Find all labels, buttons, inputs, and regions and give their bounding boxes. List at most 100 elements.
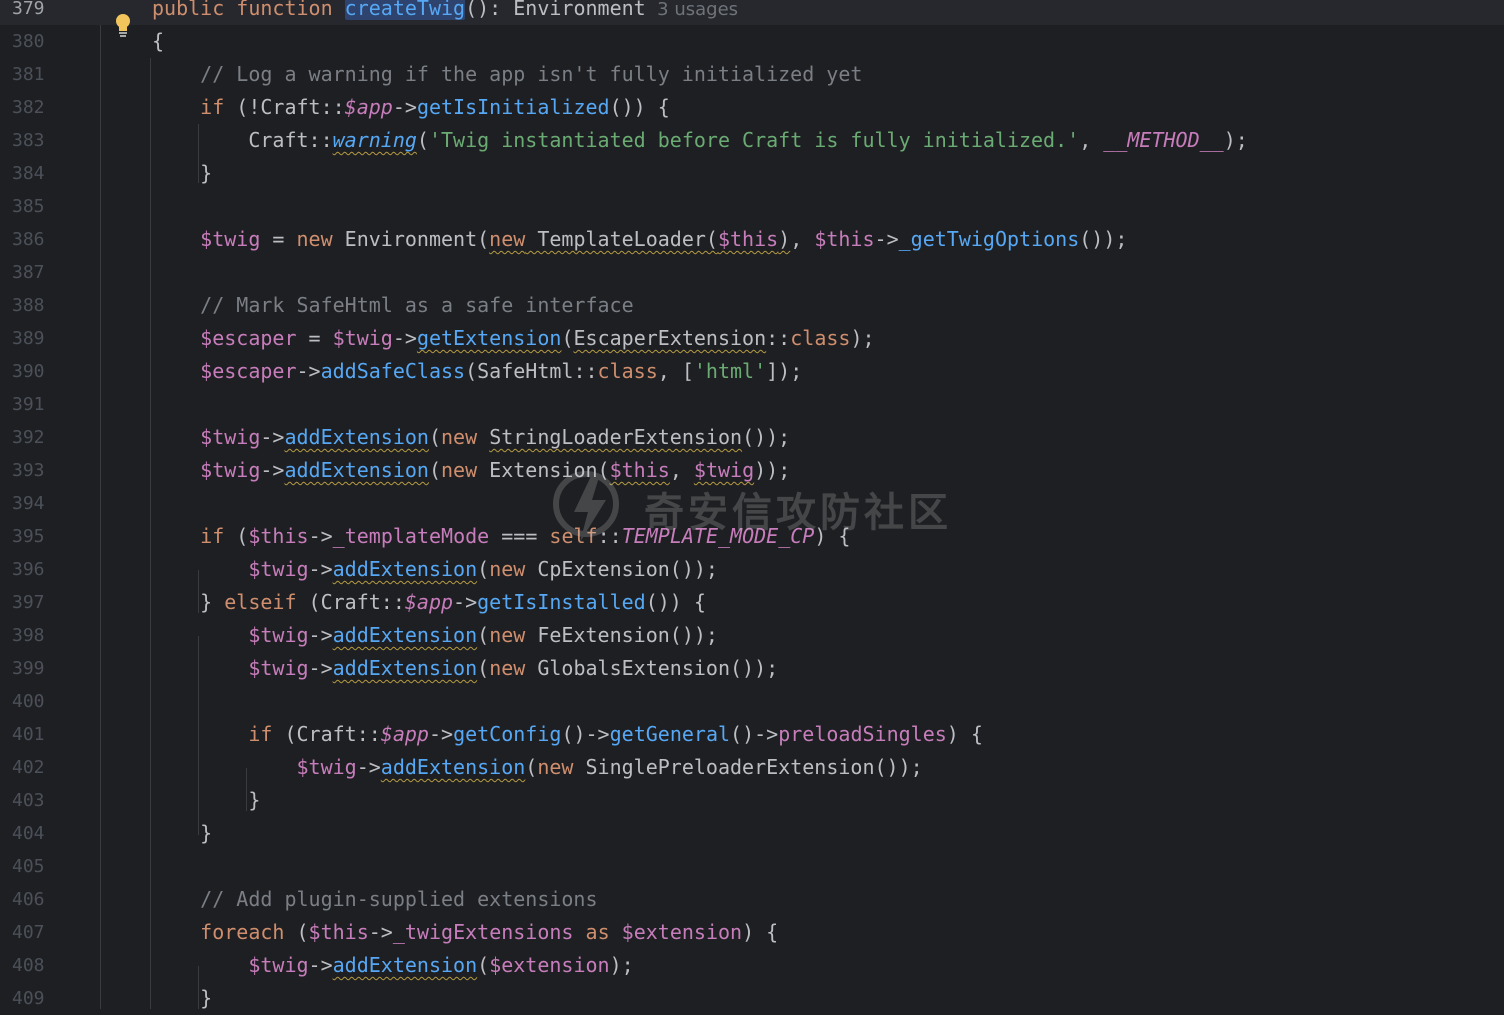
code-token: = [260, 227, 297, 251]
line-number: 389 [12, 328, 45, 349]
code-text[interactable]: if ($this->_templateMode === self::TEMPL… [152, 520, 850, 553]
code-line[interactable]: 382 if (!Craft::$app->getIsInitialized()… [0, 91, 1504, 124]
code-line[interactable]: 393 $twig->addExtension(new Extension($t… [0, 454, 1504, 487]
code-text[interactable]: if (Craft::$app->getConfig()->getGeneral… [152, 718, 983, 751]
code-line[interactable]: 401 if (Craft::$app->getConfig()->getGen… [0, 718, 1504, 751]
code-token: { [152, 29, 165, 53]
code-token: StringLoaderExtension [489, 425, 743, 449]
code-token: $this [717, 227, 779, 251]
code-line[interactable]: 397 } elseif (Craft::$app->getIsInstalle… [0, 586, 1504, 619]
code-line[interactable]: 402 $twig->addExtension(new SinglePreloa… [0, 751, 1504, 784]
code-text[interactable]: foreach ($this->_twigExtensions as $exte… [152, 916, 778, 949]
code-token: ( [416, 128, 429, 152]
code-text[interactable]: $twig->addExtension(new SinglePreloaderE… [152, 751, 923, 784]
code-text[interactable]: } elseif (Craft::$app->getIsInstalled())… [152, 586, 706, 619]
line-number: 403 [12, 790, 45, 811]
line-number: 406 [12, 889, 45, 910]
code-token: ( [224, 524, 249, 548]
code-line[interactable]: 389 $escaper = $twig->getExtension(Escap… [0, 322, 1504, 355]
code-line[interactable]: 392 $twig->addExtension(new StringLoader… [0, 421, 1504, 454]
code-token: addExtension [332, 656, 478, 680]
code-line[interactable]: 384 } [0, 157, 1504, 190]
code-token: TemplateLoader( [525, 227, 718, 251]
code-text[interactable]: $twig->addExtension(new GlobalsExtension… [152, 652, 778, 685]
code-token: (): Environment [465, 0, 646, 20]
code-line[interactable]: 394 [0, 487, 1504, 520]
code-line[interactable]: 409 } [0, 982, 1504, 1015]
code-line[interactable]: 391 [0, 388, 1504, 421]
code-token: SinglePreloaderExtension()); [573, 755, 923, 779]
code-token: $this [248, 524, 309, 548]
code-line[interactable]: 388 // Mark SafeHtml as a safe interface [0, 289, 1504, 322]
code-token: self [549, 524, 598, 548]
line-number: 399 [12, 658, 45, 679]
code-token: getGeneral [609, 722, 731, 746]
code-text[interactable]: { [152, 25, 164, 58]
code-token: Craft:: [152, 128, 333, 152]
code-text[interactable]: } [152, 817, 212, 850]
code-line[interactable]: 399 $twig->addExtension(new GlobalsExten… [0, 652, 1504, 685]
code-line[interactable]: 380 { [0, 25, 1504, 58]
code-text[interactable]: $escaper = $twig->getExtension(EscaperEx… [152, 322, 874, 355]
code-line[interactable]: 390 $escaper->addSafeClass(SafeHtml::cla… [0, 355, 1504, 388]
code-line[interactable]: 405 [0, 850, 1504, 883]
code-line[interactable]: 387 [0, 256, 1504, 289]
code-line[interactable]: 408 $twig->addExtension($extension); [0, 949, 1504, 982]
code-editor[interactable]: 379 public function createTwig(): Environ… [0, 0, 1504, 1015]
code-text[interactable]: public function createTwig(): Environmen… [152, 0, 738, 26]
code-line[interactable]: 406 // Add plugin-supplied extensions [0, 883, 1504, 916]
code-text[interactable]: $twig->addExtension(new Extension($this,… [152, 454, 790, 487]
code-text[interactable]: } [152, 157, 212, 190]
code-token: Extension( [477, 458, 610, 482]
code-text[interactable]: $twig->addExtension(new FeExtension()); [152, 619, 718, 652]
code-token: (!Craft:: [224, 95, 345, 119]
code-text[interactable]: $twig = new Environment(new TemplateLoad… [152, 223, 1127, 256]
code-line[interactable]: 385 [0, 190, 1504, 223]
code-line[interactable]: 403 } [0, 784, 1504, 817]
indent-guide [198, 124, 199, 183]
code-token: (Craft:: [296, 590, 405, 614]
code-token: $app [344, 95, 393, 119]
code-token: -> [308, 656, 333, 680]
code-line[interactable]: 400 [0, 685, 1504, 718]
code-text[interactable]: $twig->addExtension(new StringLoaderExte… [152, 421, 790, 454]
code-text[interactable]: if (!Craft::$app->getIsInitialized()) { [152, 91, 670, 124]
code-token: public [152, 0, 225, 20]
code-line[interactable]: 404 } [0, 817, 1504, 850]
code-text[interactable]: // Add plugin-supplied extensions [152, 883, 597, 916]
code-text[interactable]: $escaper->addSafeClass(SafeHtml::class, … [152, 355, 802, 388]
code-text[interactable]: $twig->addExtension(new CpExtension()); [152, 553, 718, 586]
code-token: getIsInitialized [416, 95, 610, 119]
code-line[interactable]: 386 $twig = new Environment(new Template… [0, 223, 1504, 256]
code-text[interactable]: } [152, 784, 260, 817]
code-token: $twig [152, 755, 357, 779]
code-text[interactable]: // Mark SafeHtml as a safe interface [152, 289, 633, 322]
code-text[interactable]: // Log a warning if the app isn't fully … [152, 58, 862, 91]
usages-hint[interactable]: 3 usages [646, 0, 738, 20]
code-text[interactable]: Craft::warning('Twig instantiated before… [152, 124, 1247, 157]
code-token: ) { [946, 722, 983, 746]
code-line[interactable]: 398 $twig->addExtension(new FeExtension(… [0, 619, 1504, 652]
code-token: addExtension [332, 557, 478, 581]
code-token: addExtension [284, 425, 429, 449]
code-line[interactable]: 395 if ($this->_templateMode === self::T… [0, 520, 1504, 553]
code-line[interactable]: 381 // Log a warning if the app isn't fu… [0, 58, 1504, 91]
code-line[interactable]: 383 Craft::warning('Twig instantiated be… [0, 124, 1504, 157]
line-number: 397 [12, 592, 45, 613]
indent-guide [198, 636, 199, 835]
code-token: ( [428, 425, 442, 449]
code-line[interactable]: 379 public function createTwig(): Environ… [0, 0, 1504, 25]
code-line[interactable]: 407 foreach ($this->_twigExtensions as $… [0, 916, 1504, 949]
indent-guide [198, 966, 199, 1009]
code-text[interactable]: $twig->addExtension($extension); [152, 949, 633, 982]
code-token: -> [392, 95, 417, 119]
code-text[interactable]: } [152, 982, 212, 1015]
code-token: = [296, 326, 333, 350]
code-token: function [236, 0, 333, 20]
lightbulb-icon[interactable] [114, 13, 132, 37]
code-line[interactable]: 396 $twig->addExtension(new CpExtension(… [0, 553, 1504, 586]
line-number: 387 [12, 262, 45, 283]
code-token: } [152, 161, 213, 185]
